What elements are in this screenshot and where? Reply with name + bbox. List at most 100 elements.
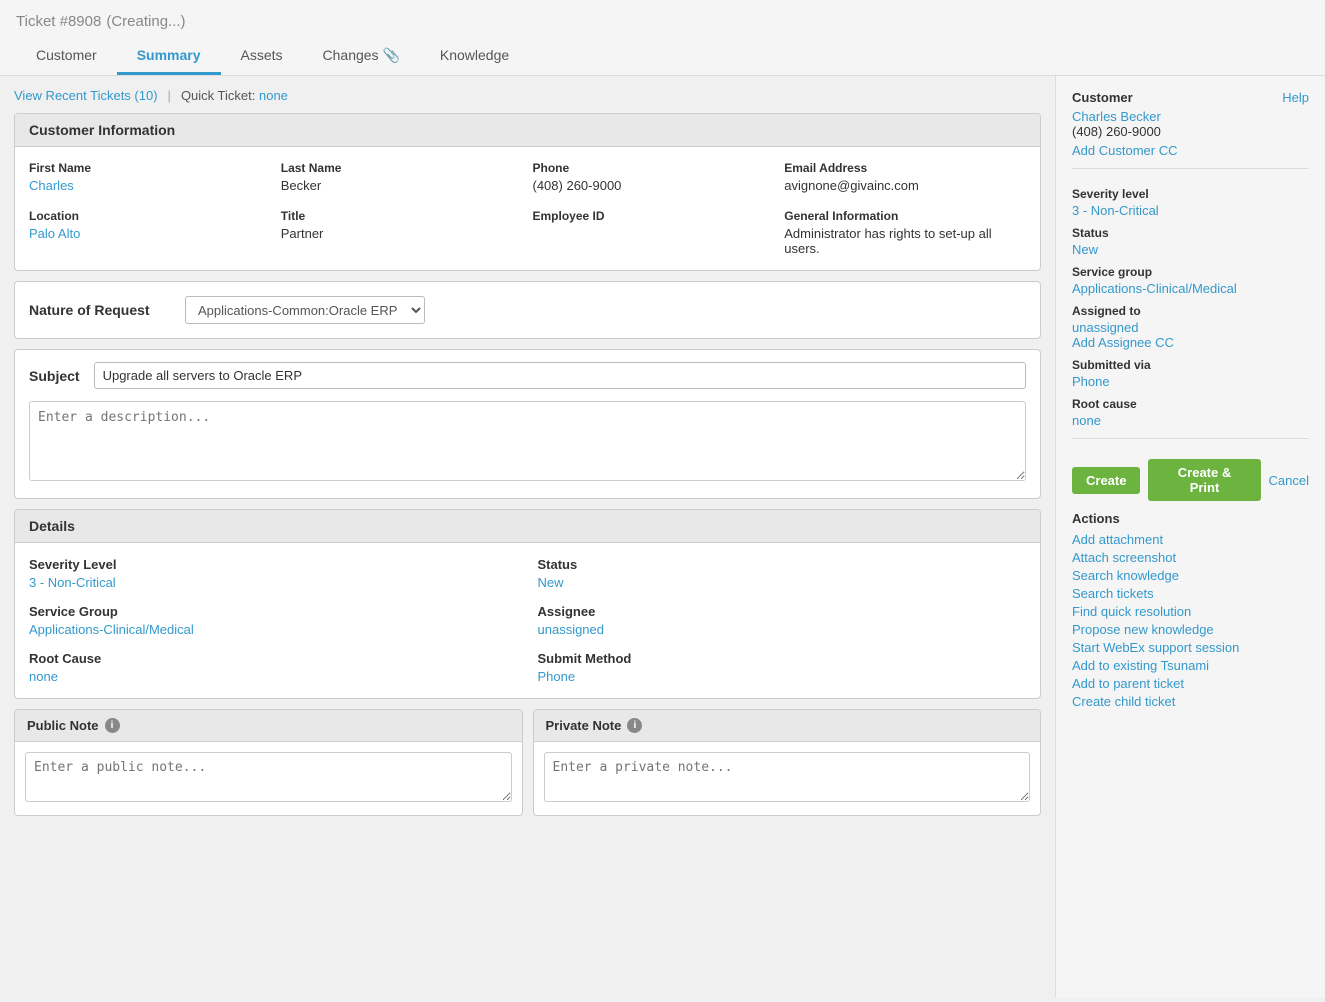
title-label: Title xyxy=(281,209,523,223)
nav-tabs: Customer Summary Assets Changes 📎 Knowle… xyxy=(16,39,1309,75)
quick-ticket-label: Quick Ticket: xyxy=(181,88,255,103)
sidebar-submitted-via-label: Submitted via xyxy=(1072,358,1309,372)
tab-customer[interactable]: Customer xyxy=(16,39,117,75)
action-add-attachment[interactable]: Add attachment xyxy=(1072,532,1309,547)
sidebar-add-assignee-cc-link[interactable]: Add Assignee CC xyxy=(1072,335,1174,350)
sidebar-submitted-via-value[interactable]: Phone xyxy=(1072,374,1110,389)
details-panel: Details Severity Level 3 - Non-Critical … xyxy=(14,509,1041,699)
sidebar-help-link[interactable]: Help xyxy=(1282,90,1309,105)
title-value: Partner xyxy=(281,226,523,241)
severity-detail: Severity Level 3 - Non-Critical xyxy=(29,557,518,590)
sidebar-service-group-label: Service group xyxy=(1072,265,1309,279)
subject-input[interactable] xyxy=(94,362,1026,389)
subject-row: Subject xyxy=(15,350,1040,401)
action-buttons-row: Create Create & Print Cancel xyxy=(1072,459,1309,501)
action-start-webex[interactable]: Start WebEx support session xyxy=(1072,640,1309,655)
page-header: Ticket #8908 (Creating...) Customer Summ… xyxy=(0,0,1325,76)
sidebar-status-value: New xyxy=(1072,242,1309,257)
nature-of-request-label: Nature of Request xyxy=(29,302,169,318)
notes-row: Public Note i Private Note i xyxy=(14,709,1041,816)
assignee-detail-value[interactable]: unassigned xyxy=(538,622,1027,637)
severity-detail-value[interactable]: 3 - Non-Critical xyxy=(29,575,518,590)
email-value: avignone@givainc.com xyxy=(784,178,1026,193)
sidebar-customer-section: Customer Help Charles Becker (408) 260-9… xyxy=(1072,90,1309,169)
paperclip-icon: 📎 xyxy=(382,47,399,63)
sidebar-root-cause-label: Root cause xyxy=(1072,397,1309,411)
title-field: Title Partner xyxy=(281,209,523,256)
first-name-field: First Name Charles xyxy=(29,161,271,193)
last-name-field: Last Name Becker xyxy=(281,161,523,193)
create-print-button[interactable]: Create & Print xyxy=(1148,459,1260,501)
details-grid: Severity Level 3 - Non-Critical Status N… xyxy=(29,557,1026,684)
ticket-creating-status: (Creating...) xyxy=(106,13,185,30)
phone-value: (408) 260-9000 xyxy=(533,178,775,193)
private-note-header: Private Note i xyxy=(534,710,1041,742)
sidebar-add-customer-cc-link[interactable]: Add Customer CC xyxy=(1072,143,1177,158)
private-note-label: Private Note xyxy=(546,718,622,733)
assignee-detail-label: Assignee xyxy=(538,604,1027,619)
root-cause-detail: Root Cause none xyxy=(29,651,518,684)
service-group-detail: Service Group Applications-Clinical/Medi… xyxy=(29,604,518,637)
customer-info-header: Customer Information xyxy=(15,114,1040,147)
subject-label: Subject xyxy=(29,368,80,384)
status-detail-label: Status xyxy=(538,557,1027,572)
details-body: Severity Level 3 - Non-Critical Status N… xyxy=(15,543,1040,698)
root-cause-detail-label: Root Cause xyxy=(29,651,518,666)
service-group-detail-value[interactable]: Applications-Clinical/Medical xyxy=(29,622,518,637)
sidebar-service-group-value[interactable]: Applications-Clinical/Medical xyxy=(1072,281,1237,296)
action-search-knowledge[interactable]: Search knowledge xyxy=(1072,568,1309,583)
action-create-child-ticket[interactable]: Create child ticket xyxy=(1072,694,1309,709)
submit-method-detail: Submit Method Phone xyxy=(538,651,1027,684)
action-propose-new-knowledge[interactable]: Propose new knowledge xyxy=(1072,622,1309,637)
separator: | xyxy=(168,88,171,103)
actions-title: Actions xyxy=(1072,511,1309,526)
status-detail-value[interactable]: New xyxy=(538,575,1027,590)
general-info-value: Administrator has rights to set-up all u… xyxy=(784,226,1026,256)
last-name-value: Becker xyxy=(281,178,523,193)
sidebar-severity-label: Severity level xyxy=(1072,187,1309,201)
nature-of-request-select[interactable]: Applications-Common:Oracle ERP xyxy=(185,296,425,324)
first-name-value: Charles xyxy=(29,178,271,193)
sidebar-customer-name-link[interactable]: Charles Becker xyxy=(1072,109,1161,124)
sidebar-root-cause-value[interactable]: none xyxy=(1072,413,1101,428)
action-attach-screenshot[interactable]: Attach screenshot xyxy=(1072,550,1309,565)
right-sidebar: Customer Help Charles Becker (408) 260-9… xyxy=(1055,76,1325,998)
tab-knowledge[interactable]: Knowledge xyxy=(420,39,529,75)
phone-field: Phone (408) 260-9000 xyxy=(533,161,775,193)
create-button[interactable]: Create xyxy=(1072,467,1140,494)
assignee-detail: Assignee unassigned xyxy=(538,604,1027,637)
action-add-to-parent-ticket[interactable]: Add to parent ticket xyxy=(1072,676,1309,691)
sidebar-assigned-to-value[interactable]: unassigned xyxy=(1072,320,1139,335)
submit-method-detail-label: Submit Method xyxy=(538,651,1027,666)
tab-summary[interactable]: Summary xyxy=(117,39,221,75)
general-info-label: General Information xyxy=(784,209,1026,223)
private-note-textarea[interactable] xyxy=(544,752,1031,802)
tab-changes[interactable]: Changes 📎 xyxy=(303,39,420,75)
nature-of-request-body: Nature of Request Applications-Common:Or… xyxy=(15,282,1040,338)
subject-panel: Subject xyxy=(14,349,1041,499)
sidebar-customer-title: Customer xyxy=(1072,90,1133,105)
nature-of-request-panel: Nature of Request Applications-Common:Or… xyxy=(14,281,1041,339)
main-layout: View Recent Tickets (10) | Quick Ticket:… xyxy=(0,76,1325,998)
customer-grid: First Name Charles Last Name Becker Phon… xyxy=(29,161,1026,256)
action-find-quick-resolution[interactable]: Find quick resolution xyxy=(1072,604,1309,619)
sidebar-customer-row: Customer Help xyxy=(1072,90,1309,105)
public-note-header: Public Note i xyxy=(15,710,522,742)
action-add-to-existing-tsunami[interactable]: Add to existing Tsunami xyxy=(1072,658,1309,673)
description-textarea[interactable] xyxy=(29,401,1026,481)
action-search-tickets[interactable]: Search tickets xyxy=(1072,586,1309,601)
ticket-number: Ticket #8908 xyxy=(16,13,101,30)
view-recent-tickets-link[interactable]: View Recent Tickets (10) xyxy=(14,88,158,103)
cancel-link[interactable]: Cancel xyxy=(1269,473,1309,488)
submit-method-detail-value[interactable]: Phone xyxy=(538,669,1027,684)
customer-info-panel: Customer Information First Name Charles … xyxy=(14,113,1041,271)
private-note-info-icon: i xyxy=(627,718,642,733)
tab-assets[interactable]: Assets xyxy=(221,39,303,75)
phone-label: Phone xyxy=(533,161,775,175)
public-note-panel: Public Note i xyxy=(14,709,523,816)
severity-detail-label: Severity Level xyxy=(29,557,518,572)
public-note-info-icon: i xyxy=(105,718,120,733)
employee-id-label: Employee ID xyxy=(533,209,775,223)
public-note-textarea[interactable] xyxy=(25,752,512,802)
root-cause-detail-value[interactable]: none xyxy=(29,669,518,684)
